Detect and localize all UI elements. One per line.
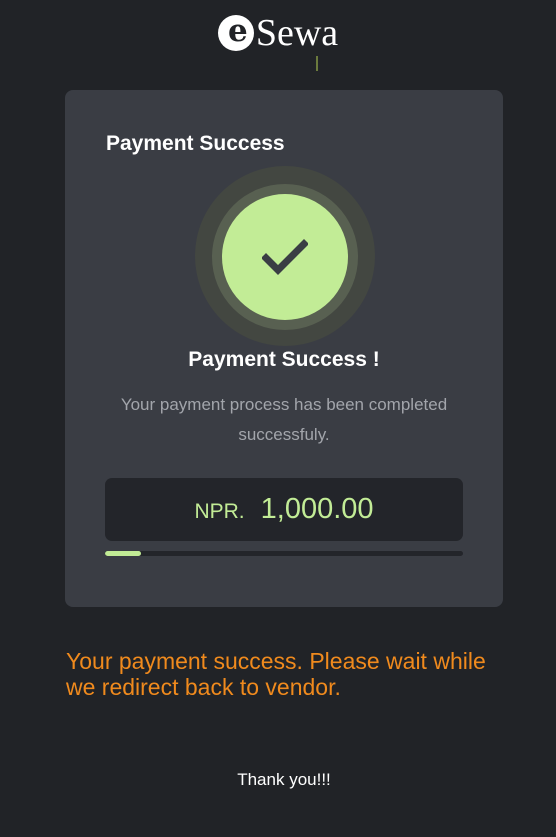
- card-heading: Payment Success: [106, 132, 285, 155]
- success-title: Payment Success !: [188, 348, 380, 371]
- redirect-message: Your payment success. Please wait while …: [66, 648, 486, 700]
- check-icon: [262, 239, 308, 275]
- amount-box: NPR. 1,000.00: [105, 478, 463, 541]
- thank-you-text: Thank you!!!: [237, 770, 331, 789]
- logo-mark: e: [217, 13, 254, 51]
- success-description: Your payment process has been completed …: [120, 395, 448, 444]
- redirect-progress-bar: [105, 551, 463, 556]
- payment-card: Payment Success Payment Success ! Your p…: [65, 90, 503, 607]
- currency-label: NPR.: [194, 499, 245, 523]
- logo-divider: [316, 56, 318, 71]
- amount-value: 1,000.00: [260, 493, 374, 525]
- payment-success-page: e Sewa Payment Success Payment Success !…: [0, 0, 556, 837]
- esewa-logo: e Sewa: [0, 14, 556, 52]
- success-badge: [222, 194, 348, 320]
- logo-text: Sewa: [255, 12, 339, 54]
- redirect-progress-fill: [105, 551, 141, 556]
- logo-mark-letter: e: [227, 13, 248, 49]
